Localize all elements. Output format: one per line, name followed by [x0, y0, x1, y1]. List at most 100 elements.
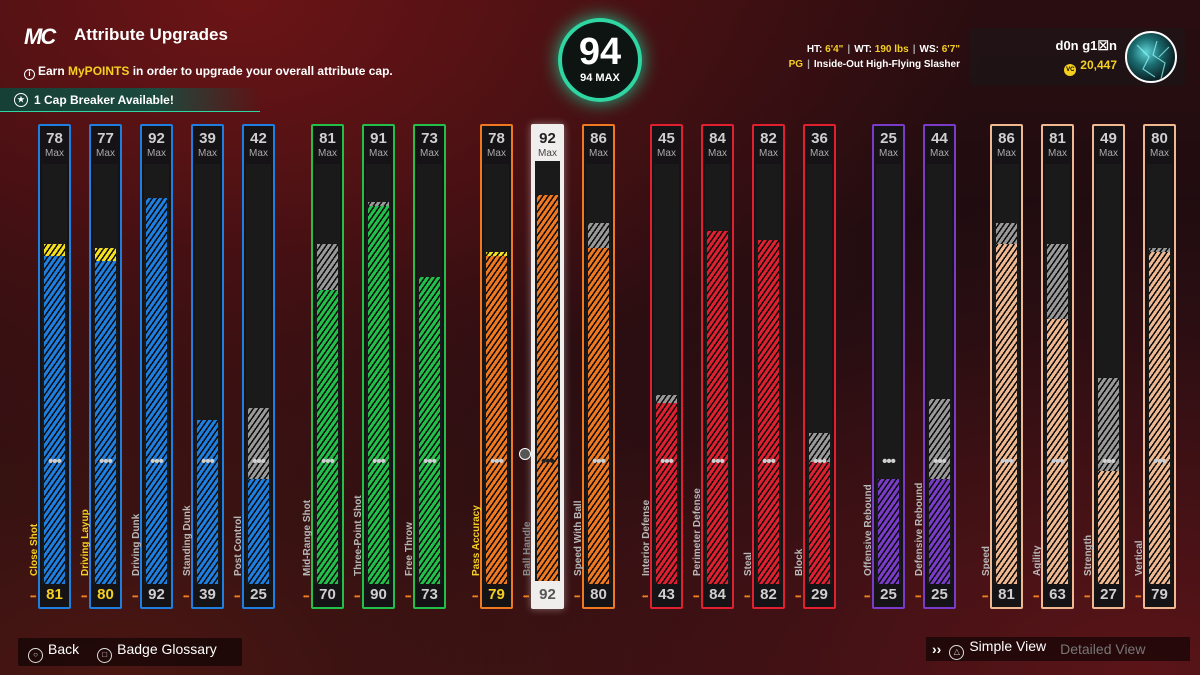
attribute-current-value: 25	[931, 586, 948, 603]
attribute-bar-extension	[317, 243, 338, 290]
attribute-column-driving-dunk[interactable]: 92 Max Driving Dunk ••• ••• 92	[131, 124, 173, 609]
attribute-current-value: 81	[46, 586, 63, 603]
attribute-bar-fill	[248, 479, 269, 584]
attribute-current-value: 92	[148, 586, 165, 603]
attribute-bar-track	[1045, 164, 1070, 584]
badge-dots-icon: •••	[693, 592, 699, 601]
attribute-bar-fill	[44, 256, 65, 584]
attribute-column-block[interactable]: 36 Max Block ••• ••• 29	[794, 124, 836, 609]
badge-dots-icon: •••	[405, 592, 411, 601]
attribute-label: Ball Handle	[519, 456, 534, 576]
attribute-column-mid-range-shot[interactable]: 81 Max Mid-Range Shot ••• ••• 70	[302, 124, 344, 609]
attribute-name: Speed	[981, 545, 992, 576]
back-button[interactable]: ○ Back	[28, 641, 79, 663]
max-label: Max	[657, 148, 676, 159]
attribute-column-agility[interactable]: 81 Max Agility ••• ••• 63	[1032, 124, 1074, 609]
attribute-column-steal[interactable]: 82 Max Steal ••• ••• 82	[743, 124, 785, 609]
badge-glossary-button[interactable]: □ Badge Glossary	[97, 641, 217, 663]
attribute-column-post-control[interactable]: 42 Max Post Control ••• ••• 25	[233, 124, 275, 609]
attribute-label: Speed	[978, 456, 993, 576]
attribute-max-value: 39	[199, 130, 216, 147]
attribute-column-pass-accuracy[interactable]: 78 Max Pass Accuracy ••• ••• 79	[471, 124, 513, 609]
attribute-bar-extension	[656, 395, 677, 404]
attribute-bar-fill	[486, 256, 507, 584]
attribute-max-value: 81	[1049, 130, 1066, 147]
attribute-current-value: 29	[811, 586, 828, 603]
attribute-column-speed-with-ball[interactable]: 86 Max Speed With Ball ••• ••• 80	[573, 124, 615, 609]
badge-dots-icon: •••	[915, 592, 921, 601]
badge-dots-icon: •••	[1135, 592, 1141, 601]
square-button-icon: □	[97, 648, 113, 663]
lock-icon	[519, 448, 531, 460]
max-label: Max	[1099, 148, 1118, 159]
badge-dots-icon: •••	[882, 453, 896, 470]
attribute-label: Offensive Rebound	[860, 456, 875, 576]
badge-dots-icon: •••	[303, 592, 309, 601]
attribute-column-speed[interactable]: 86 Max Speed ••• ••• 81	[981, 124, 1023, 609]
badge-dots-icon: •••	[1000, 453, 1014, 470]
attribute-label: Steal	[740, 456, 755, 576]
badge-dots-icon: •••	[354, 592, 360, 601]
attribute-bar-fill	[537, 194, 558, 581]
attribute-current-value: 43	[658, 586, 675, 603]
attribute-current-value: 80	[590, 586, 607, 603]
attribute-current-value: 90	[370, 586, 387, 603]
attribute-max-value: 91	[370, 130, 387, 147]
attribute-column-perimeter-defense[interactable]: 84 Max Perimeter Defense ••• ••• 84	[692, 124, 734, 609]
badge-dots-icon: •••	[201, 453, 215, 470]
attribute-column-free-throw[interactable]: 73 Max Free Throw ••• ••• 73	[404, 124, 446, 609]
attribute-column-vertical[interactable]: 80 Max Vertical ••• ••• 79	[1134, 124, 1176, 609]
chevron-right-icon: ››	[932, 641, 942, 657]
max-label: Max	[147, 148, 166, 159]
attribute-bar-fill	[929, 479, 950, 584]
attribute-label: Vertical	[1131, 456, 1146, 576]
attribute-column-driving-layup[interactable]: 77 Max Driving Layup ••• ••• 80	[80, 124, 122, 609]
badge-dots-icon: •••	[864, 592, 870, 601]
attribute-column-ball-handle[interactable]: 92 Max Ball Handle ••• ••• 92	[519, 124, 564, 609]
attribute-bar-fill	[197, 420, 218, 584]
max-label: Max	[1048, 148, 1067, 159]
attribute-bar-track	[195, 164, 220, 584]
attribute-bar-track	[246, 164, 271, 584]
attribute-bar-fill	[809, 462, 830, 584]
simple-view-button[interactable]: △ Simple View	[949, 638, 1046, 660]
attribute-bar-fill	[95, 260, 116, 584]
attribute-max-value: 77	[97, 130, 114, 147]
attribute-label: Perimeter Defense	[689, 456, 704, 576]
max-label: Max	[930, 148, 949, 159]
attribute-bar-fill	[419, 277, 440, 584]
attribute-bar-extension	[588, 222, 609, 248]
attribute-name: Close Shot	[29, 523, 40, 576]
attribute-label: Post Control	[230, 456, 245, 576]
attribute-name: Driving Layup	[80, 509, 91, 576]
attribute-column-interior-defense[interactable]: 45 Max Interior Defense ••• ••• 43	[641, 124, 683, 609]
attribute-column-offensive-rebound[interactable]: 25 Max Offensive Rebound ••• ••• 25	[863, 124, 905, 609]
detailed-view-button[interactable]: Detailed View	[1060, 641, 1145, 657]
attribute-current-value: 27	[1100, 586, 1117, 603]
attribute-name: Vertical	[1134, 540, 1145, 576]
badge-dots-icon: •••	[592, 453, 606, 470]
attribute-column-standing-dunk[interactable]: 39 Max Standing Dunk ••• ••• 39	[182, 124, 224, 609]
attribute-label: Driving Dunk	[128, 456, 143, 576]
badge-dots-icon: •••	[150, 453, 164, 470]
attribute-label: Three-Point Shot	[350, 456, 365, 576]
attribute-current-value: 39	[199, 586, 216, 603]
attribute-current-value: 73	[421, 586, 438, 603]
attribute-name: Post Control	[233, 516, 244, 576]
simple-view-label: Simple View	[969, 638, 1047, 654]
attribute-bar-track	[535, 161, 560, 581]
attribute-current-value: 79	[488, 586, 505, 603]
attribute-column-strength[interactable]: 49 Max Strength ••• ••• 27	[1083, 124, 1125, 609]
footer-right: ›› △ Simple View Detailed View	[926, 637, 1190, 661]
attribute-column-three-point-shot[interactable]: 91 Max Three-Point Shot ••• ••• 90	[353, 124, 395, 609]
attribute-bar-track	[42, 164, 67, 584]
attribute-max-value: 42	[250, 130, 267, 147]
attribute-name: Driving Dunk	[131, 513, 142, 576]
max-label: Max	[369, 148, 388, 159]
attribute-bar-track	[586, 164, 611, 584]
attribute-column-close-shot[interactable]: 78 Max Close Shot ••• ••• 81	[29, 124, 71, 609]
badge-dots-icon: •••	[321, 453, 335, 470]
attribute-name: Interior Defense	[641, 499, 652, 576]
attribute-bar-fill	[588, 248, 609, 584]
attribute-column-defensive-rebound[interactable]: 44 Max Defensive Rebound ••• ••• 25	[914, 124, 956, 609]
